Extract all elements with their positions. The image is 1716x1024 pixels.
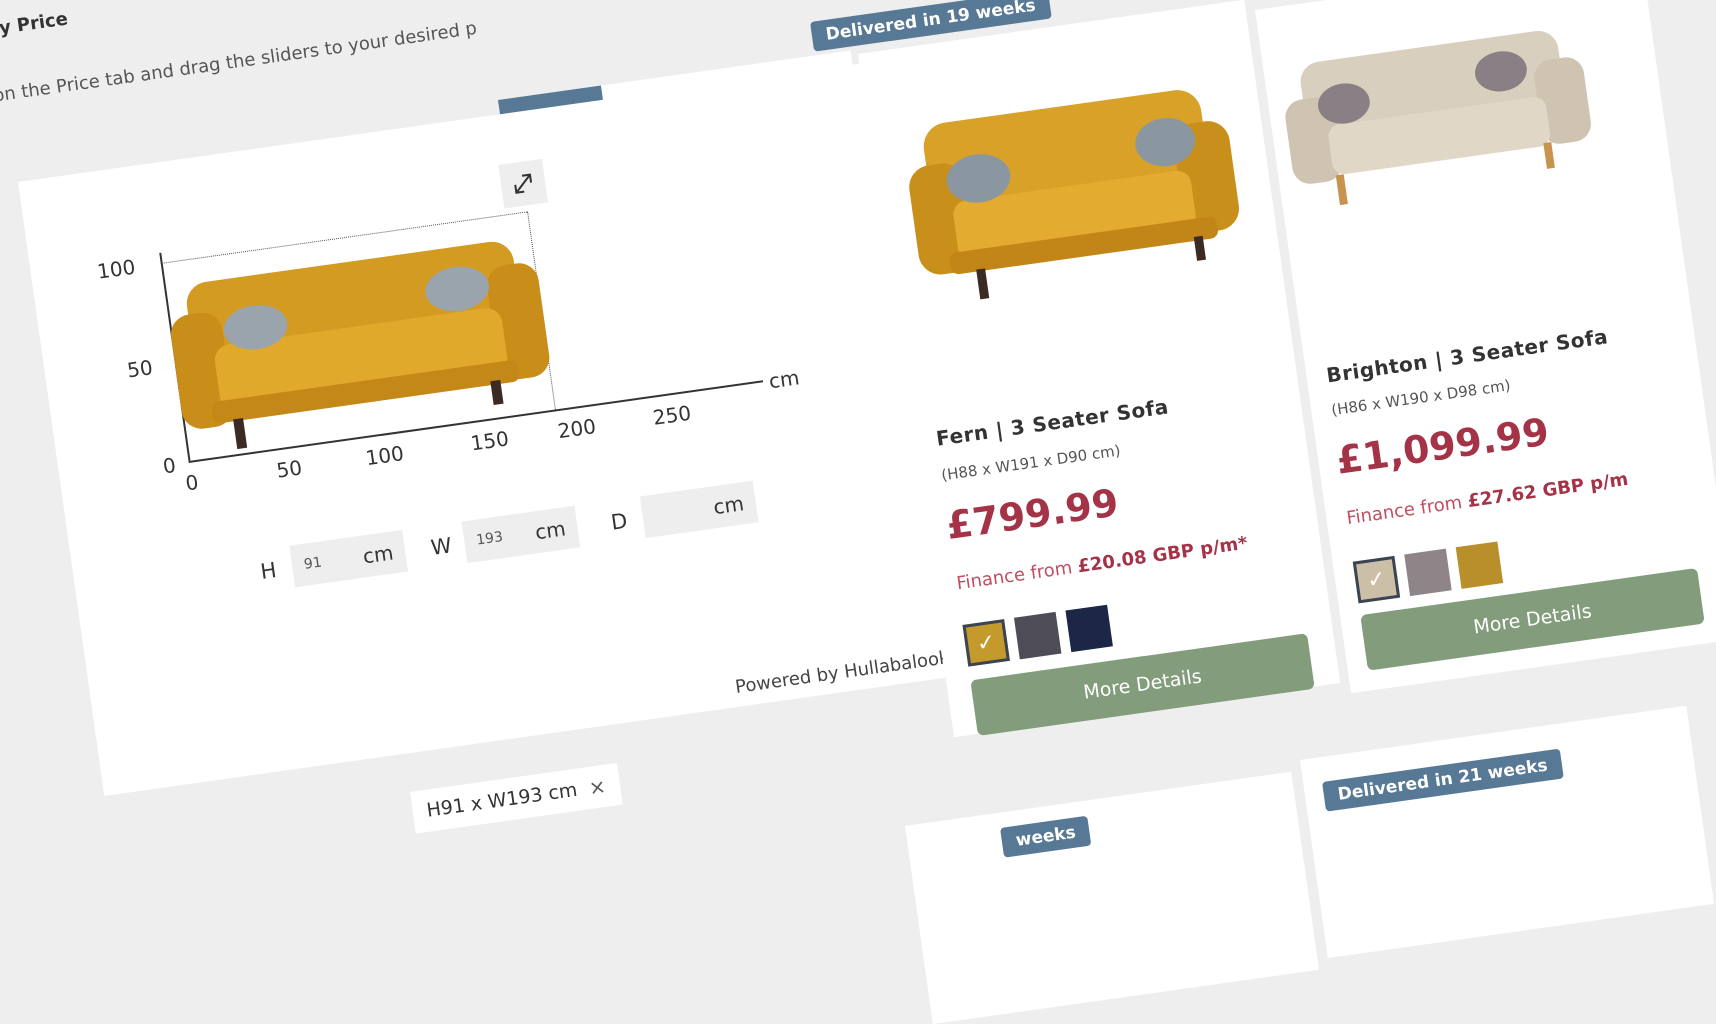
product-dimensions: (H88 x W191 x D90 cm) [940,441,1122,485]
product-card-next [905,771,1320,1024]
product-price: £1,099.99 [1333,409,1552,483]
axis-unit-label: cm [767,365,801,394]
checkmark-icon: ✓ [975,629,998,657]
swatch-navy[interactable] [1065,604,1113,653]
x-tick-label: 100 [364,441,406,471]
swatch-gold[interactable] [1455,541,1504,589]
expand-icon [514,173,533,194]
swatch-charcoal[interactable] [1013,611,1062,660]
x-tick-label: 200 [556,414,598,444]
active-filter-chip[interactable]: H91 x W193 cm × [410,762,623,834]
x-tick-label: 250 [651,400,693,430]
height-unit: cm [361,540,395,569]
sofa-size-preview [170,241,550,450]
y-tick-label: 100 [95,254,137,284]
depth-unit: cm [711,491,746,520]
width-value: 193 [475,529,504,549]
x-tick-label: 0 [183,469,200,496]
height-input[interactable]: 91 cm [289,529,409,588]
width-unit: cm [533,516,568,545]
depth-label: D [609,508,629,535]
height-value: 91 [302,554,323,573]
swatch-mustard[interactable]: ✓ [962,619,1010,667]
x-tick-label: 50 [275,455,304,483]
finance-info: Finance from £20.08 GBP p/m* [955,533,1249,595]
width-label: W [429,533,454,560]
finance-prefix: Finance from [1345,492,1464,530]
product-name[interactable]: Brighton | 3 Seater Sofa [1325,324,1610,387]
width-input[interactable]: 193 cm [461,505,581,564]
colour-swatches: ✓ [962,604,1113,667]
size-filter-card: 100 50 0 0 50 100 150 200 250 cm H 91 cm… [18,62,956,796]
height-label: H [258,557,278,584]
y-tick-label: 0 [161,452,178,479]
product-name[interactable]: Fern | 3 Seater Sofa [935,394,1170,450]
finance-info: Finance from £27.62 GBP p/m [1345,469,1629,529]
finance-prefix: Finance from [955,557,1074,595]
y-tick-label: 50 [125,355,155,383]
colour-swatches: ✓ [1352,541,1504,604]
checkmark-icon: ✓ [1365,565,1388,594]
finance-amount: £27.62 GBP p/m [1466,468,1630,513]
product-image [909,90,1240,300]
swatch-beige[interactable]: ✓ [1352,555,1401,604]
powered-by: Powered by Hullabalook [733,647,951,698]
finance-amount: £20.08 GBP p/m* [1076,532,1249,578]
close-icon[interactable]: × [587,774,607,800]
product-card-next [1300,705,1715,959]
filter-heading: r by Price [0,8,70,42]
product-price: £799.99 [943,480,1122,549]
product-image [1285,30,1591,206]
x-tick-label: 150 [469,426,511,456]
depth-input[interactable]: cm [639,480,759,539]
chip-label: H91 x W193 cm [425,778,579,822]
expand-button[interactable] [498,158,549,209]
filter-instructions: k on the Price tab and drag the sliders … [0,17,479,109]
swatch-grey[interactable] [1404,548,1452,597]
